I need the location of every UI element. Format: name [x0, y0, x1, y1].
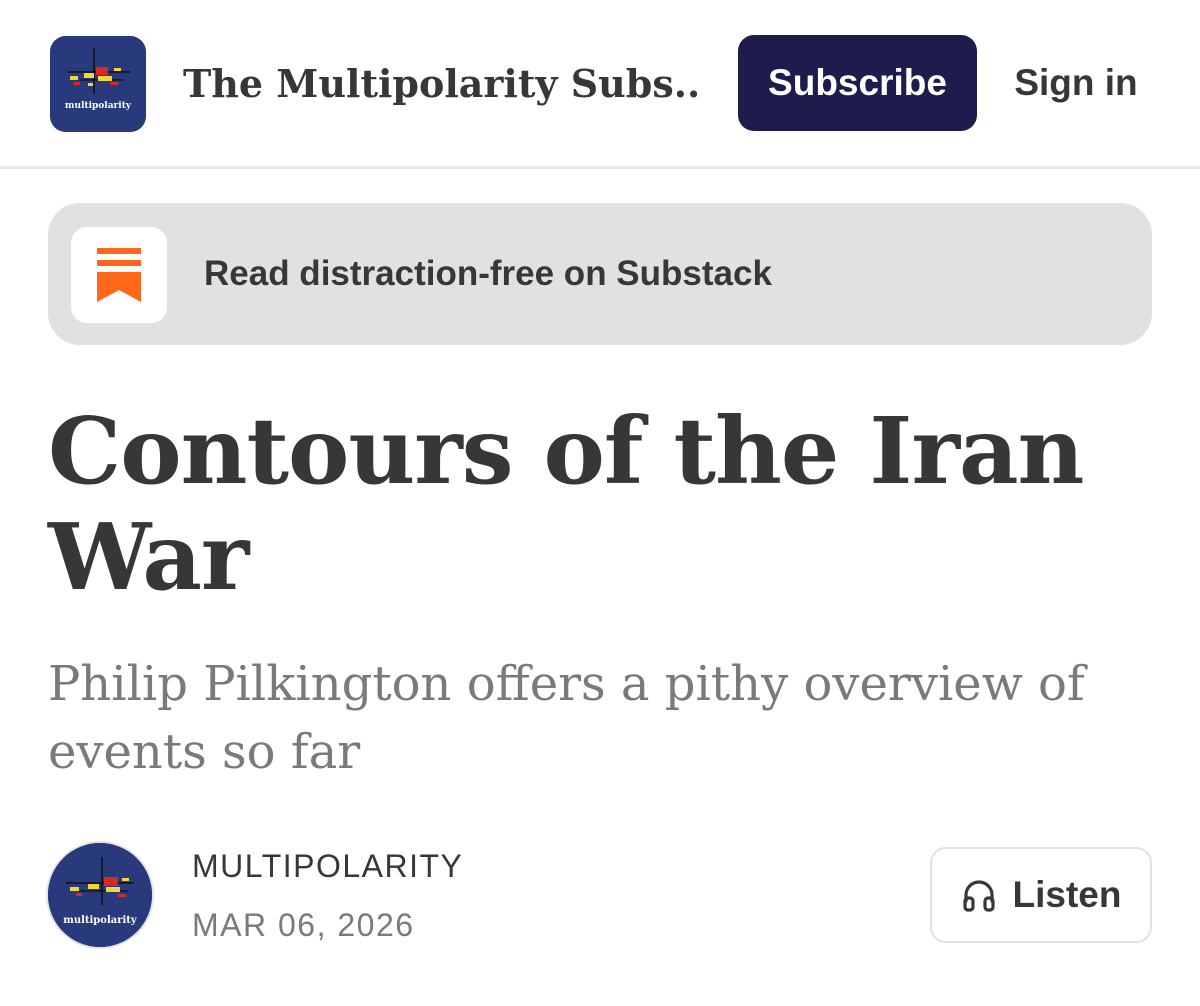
sign-in-link[interactable]: Sign in [1000, 56, 1152, 110]
post-date: MAR 06, 2026 [192, 907, 415, 943]
listen-label: Listen [1012, 874, 1122, 915]
banner-text: Read distraction-free on Substack [204, 254, 772, 293]
publication-name[interactable]: The Multipolarity Subs... [183, 58, 703, 110]
multipolarity-avatar-icon: multipolarity [48, 843, 152, 947]
article-subtitle: Philip Pilkington offers a pithy overvie… [48, 656, 1085, 780]
multipolarity-logo-icon: multipolarity [50, 36, 146, 132]
article-title: Contours of the Iran War [48, 397, 1084, 611]
top-navigation-bar: multipolarity The Multipolarity Subs... … [0, 0, 1200, 169]
substack-logo-box [71, 227, 167, 323]
svg-text:multipolarity: multipolarity [65, 101, 132, 111]
substack-bookmark-icon [97, 248, 141, 302]
listen-button[interactable]: Listen [930, 847, 1152, 943]
subscribe-button[interactable]: Subscribe [738, 35, 977, 131]
svg-text:multipolarity: multipolarity [63, 915, 138, 926]
substack-app-banner[interactable]: Read distraction-free on Substack [48, 203, 1152, 345]
author-avatar[interactable]: multipolarity [48, 843, 152, 947]
author-name[interactable]: MULTIPOLARITY [192, 843, 463, 889]
headphones-icon [961, 877, 997, 913]
publication-logo[interactable]: multipolarity [50, 36, 146, 132]
